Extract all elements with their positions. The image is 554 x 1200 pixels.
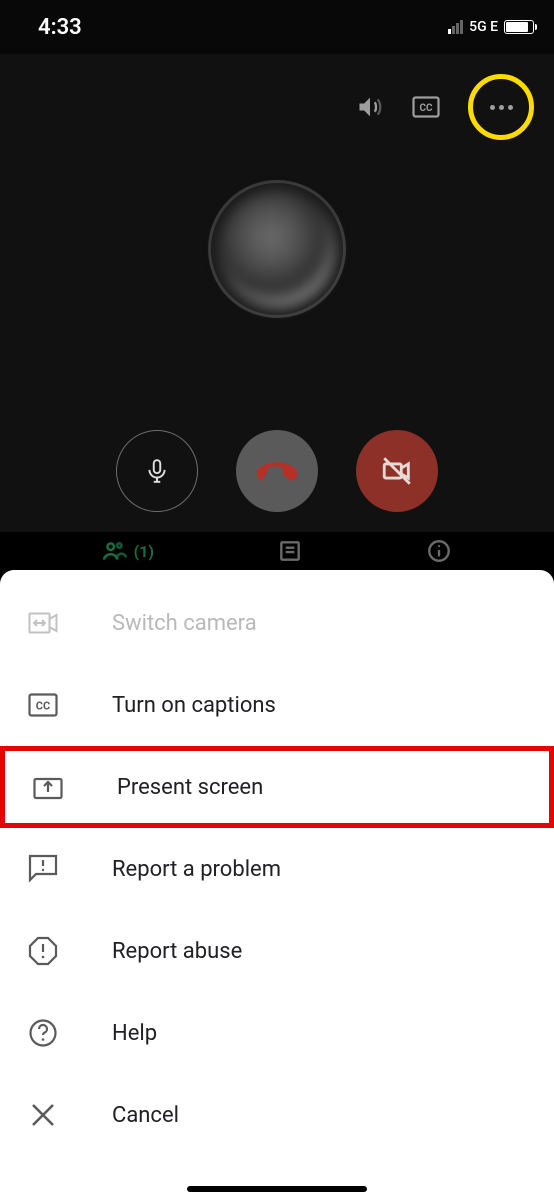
camera-off-button[interactable] bbox=[356, 430, 438, 512]
battery-icon bbox=[504, 20, 534, 34]
peek-tab-row: (1) bbox=[0, 532, 554, 570]
present-screen-icon bbox=[33, 774, 63, 800]
present-screen-label: Present screen bbox=[117, 775, 263, 800]
report-problem-item[interactable]: Report a problem bbox=[0, 828, 554, 910]
captions-label: Turn on captions bbox=[112, 693, 276, 718]
report-abuse-icon bbox=[28, 936, 58, 966]
chat-tab[interactable] bbox=[277, 538, 303, 564]
switch-camera-icon bbox=[28, 612, 58, 634]
video-call-area: CC bbox=[0, 54, 554, 532]
help-item[interactable]: Help bbox=[0, 992, 554, 1074]
status-bar: 4:33 5G E bbox=[0, 0, 554, 54]
home-indicator[interactable] bbox=[187, 1186, 367, 1192]
more-dots-icon bbox=[490, 105, 513, 110]
help-icon bbox=[28, 1018, 58, 1048]
switch-camera-label: Switch camera bbox=[112, 611, 257, 636]
cancel-label: Cancel bbox=[112, 1103, 179, 1128]
svg-text:CC: CC bbox=[419, 103, 433, 114]
report-problem-icon bbox=[28, 854, 58, 884]
switch-camera-item[interactable]: Switch camera bbox=[0, 582, 554, 664]
status-time: 4:33 bbox=[38, 15, 82, 40]
participant-avatar bbox=[208, 180, 346, 318]
close-icon bbox=[28, 1102, 58, 1128]
captions-item[interactable]: CC Turn on captions bbox=[0, 664, 554, 746]
people-count: (1) bbox=[134, 542, 154, 561]
network-type: 5G E bbox=[469, 19, 498, 35]
options-sheet: Switch camera CC Turn on captions Presen… bbox=[0, 570, 554, 1200]
mute-button[interactable] bbox=[116, 430, 198, 512]
speaker-icon[interactable] bbox=[356, 93, 384, 121]
status-right: 5G E bbox=[448, 19, 534, 35]
cancel-item[interactable]: Cancel bbox=[0, 1074, 554, 1156]
captions-icon: CC bbox=[28, 693, 58, 717]
hangup-button[interactable] bbox=[236, 430, 318, 512]
call-controls bbox=[116, 430, 438, 512]
report-abuse-label: Report abuse bbox=[112, 939, 242, 964]
cellular-signal-icon bbox=[448, 20, 463, 34]
more-options-button[interactable] bbox=[468, 74, 534, 140]
report-abuse-item[interactable]: Report abuse bbox=[0, 910, 554, 992]
top-controls: CC bbox=[356, 74, 534, 140]
svg-text:CC: CC bbox=[36, 700, 50, 713]
people-tab[interactable]: (1) bbox=[102, 540, 154, 562]
report-problem-label: Report a problem bbox=[112, 857, 281, 882]
captions-cc-icon[interactable]: CC bbox=[412, 96, 440, 118]
info-tab[interactable] bbox=[426, 538, 452, 564]
help-label: Help bbox=[112, 1021, 157, 1046]
present-screen-item[interactable]: Present screen bbox=[0, 746, 554, 828]
